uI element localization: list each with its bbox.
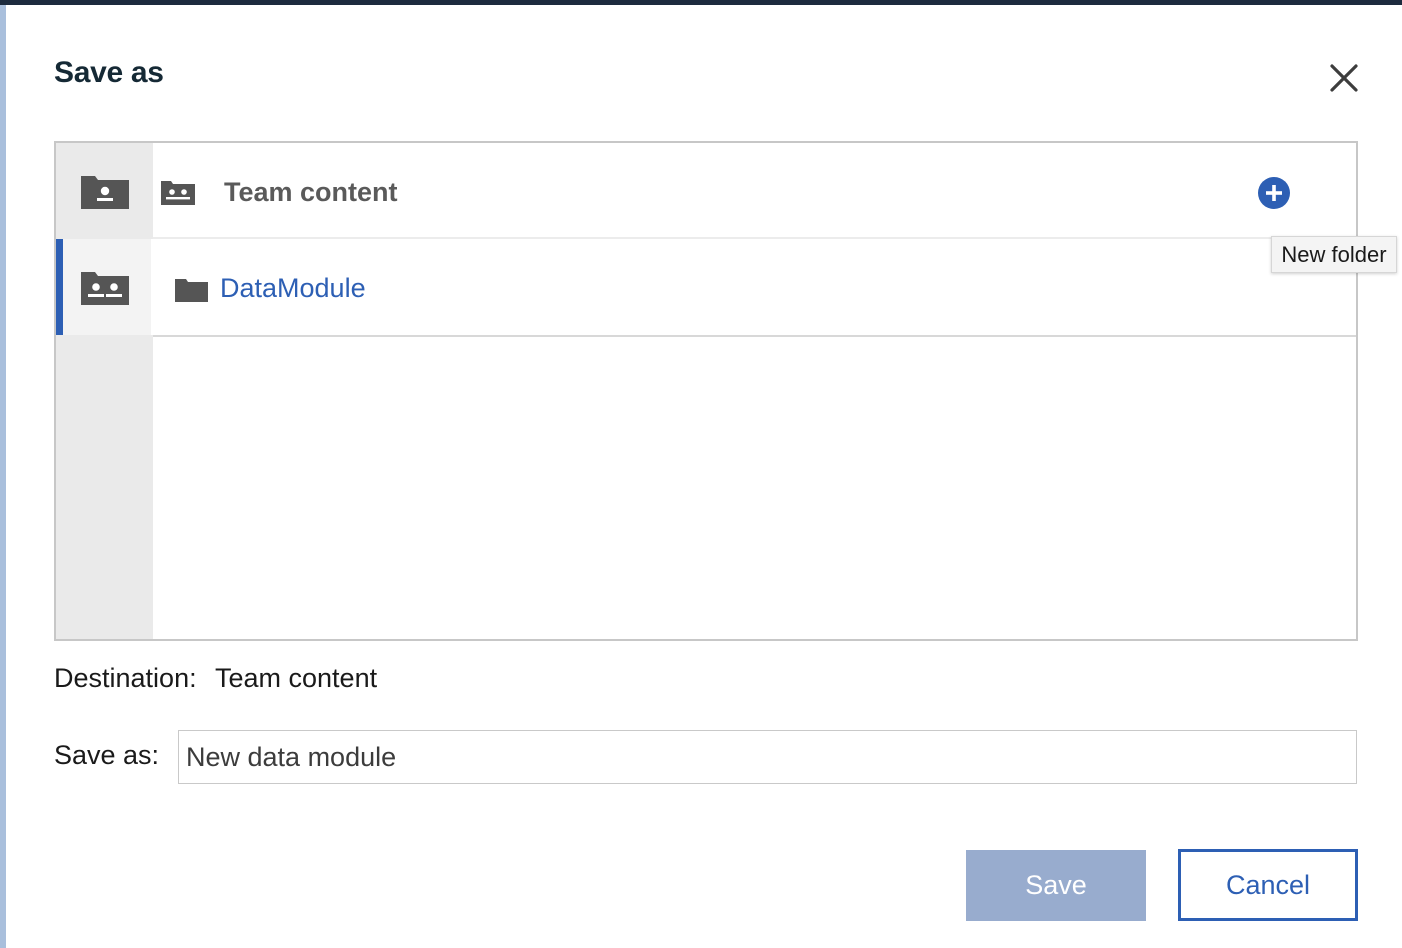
destination-label: Destination: — [54, 663, 197, 693]
dialog-title: Save as — [54, 56, 164, 89]
rail-item-team[interactable] — [56, 239, 153, 335]
cancel-button[interactable]: Cancel — [1178, 849, 1358, 921]
window-left-edge — [0, 5, 6, 948]
window-top-border — [0, 0, 1402, 5]
folder-rail — [56, 143, 153, 639]
add-circle-icon — [1258, 177, 1290, 209]
save-as-input[interactable] — [178, 730, 1357, 784]
new-folder-button[interactable] — [1257, 176, 1291, 210]
close-button[interactable] — [1322, 56, 1366, 100]
team-folder-icon — [80, 272, 129, 305]
new-folder-tooltip: New folder — [1271, 236, 1397, 273]
folder-browser: Team content DataModule — [54, 141, 1358, 641]
save-button[interactable]: Save — [966, 850, 1146, 921]
team-folder-icon — [161, 181, 195, 205]
save-as-label: Save as: — [54, 740, 160, 770]
folder-name[interactable]: DataModule — [220, 273, 366, 304]
folder-list: Team content DataModule — [153, 143, 1356, 639]
selection-indicator — [56, 239, 63, 335]
list-item[interactable]: DataModule — [153, 239, 1356, 337]
personal-folder-icon — [80, 176, 129, 209]
close-icon — [1330, 64, 1358, 92]
current-folder-header: Team content — [153, 143, 1356, 239]
folder-icon — [175, 279, 208, 302]
rail-item-personal[interactable] — [56, 143, 153, 239]
current-folder-title: Team content — [224, 177, 398, 207]
destination-value: Team content — [215, 663, 378, 693]
